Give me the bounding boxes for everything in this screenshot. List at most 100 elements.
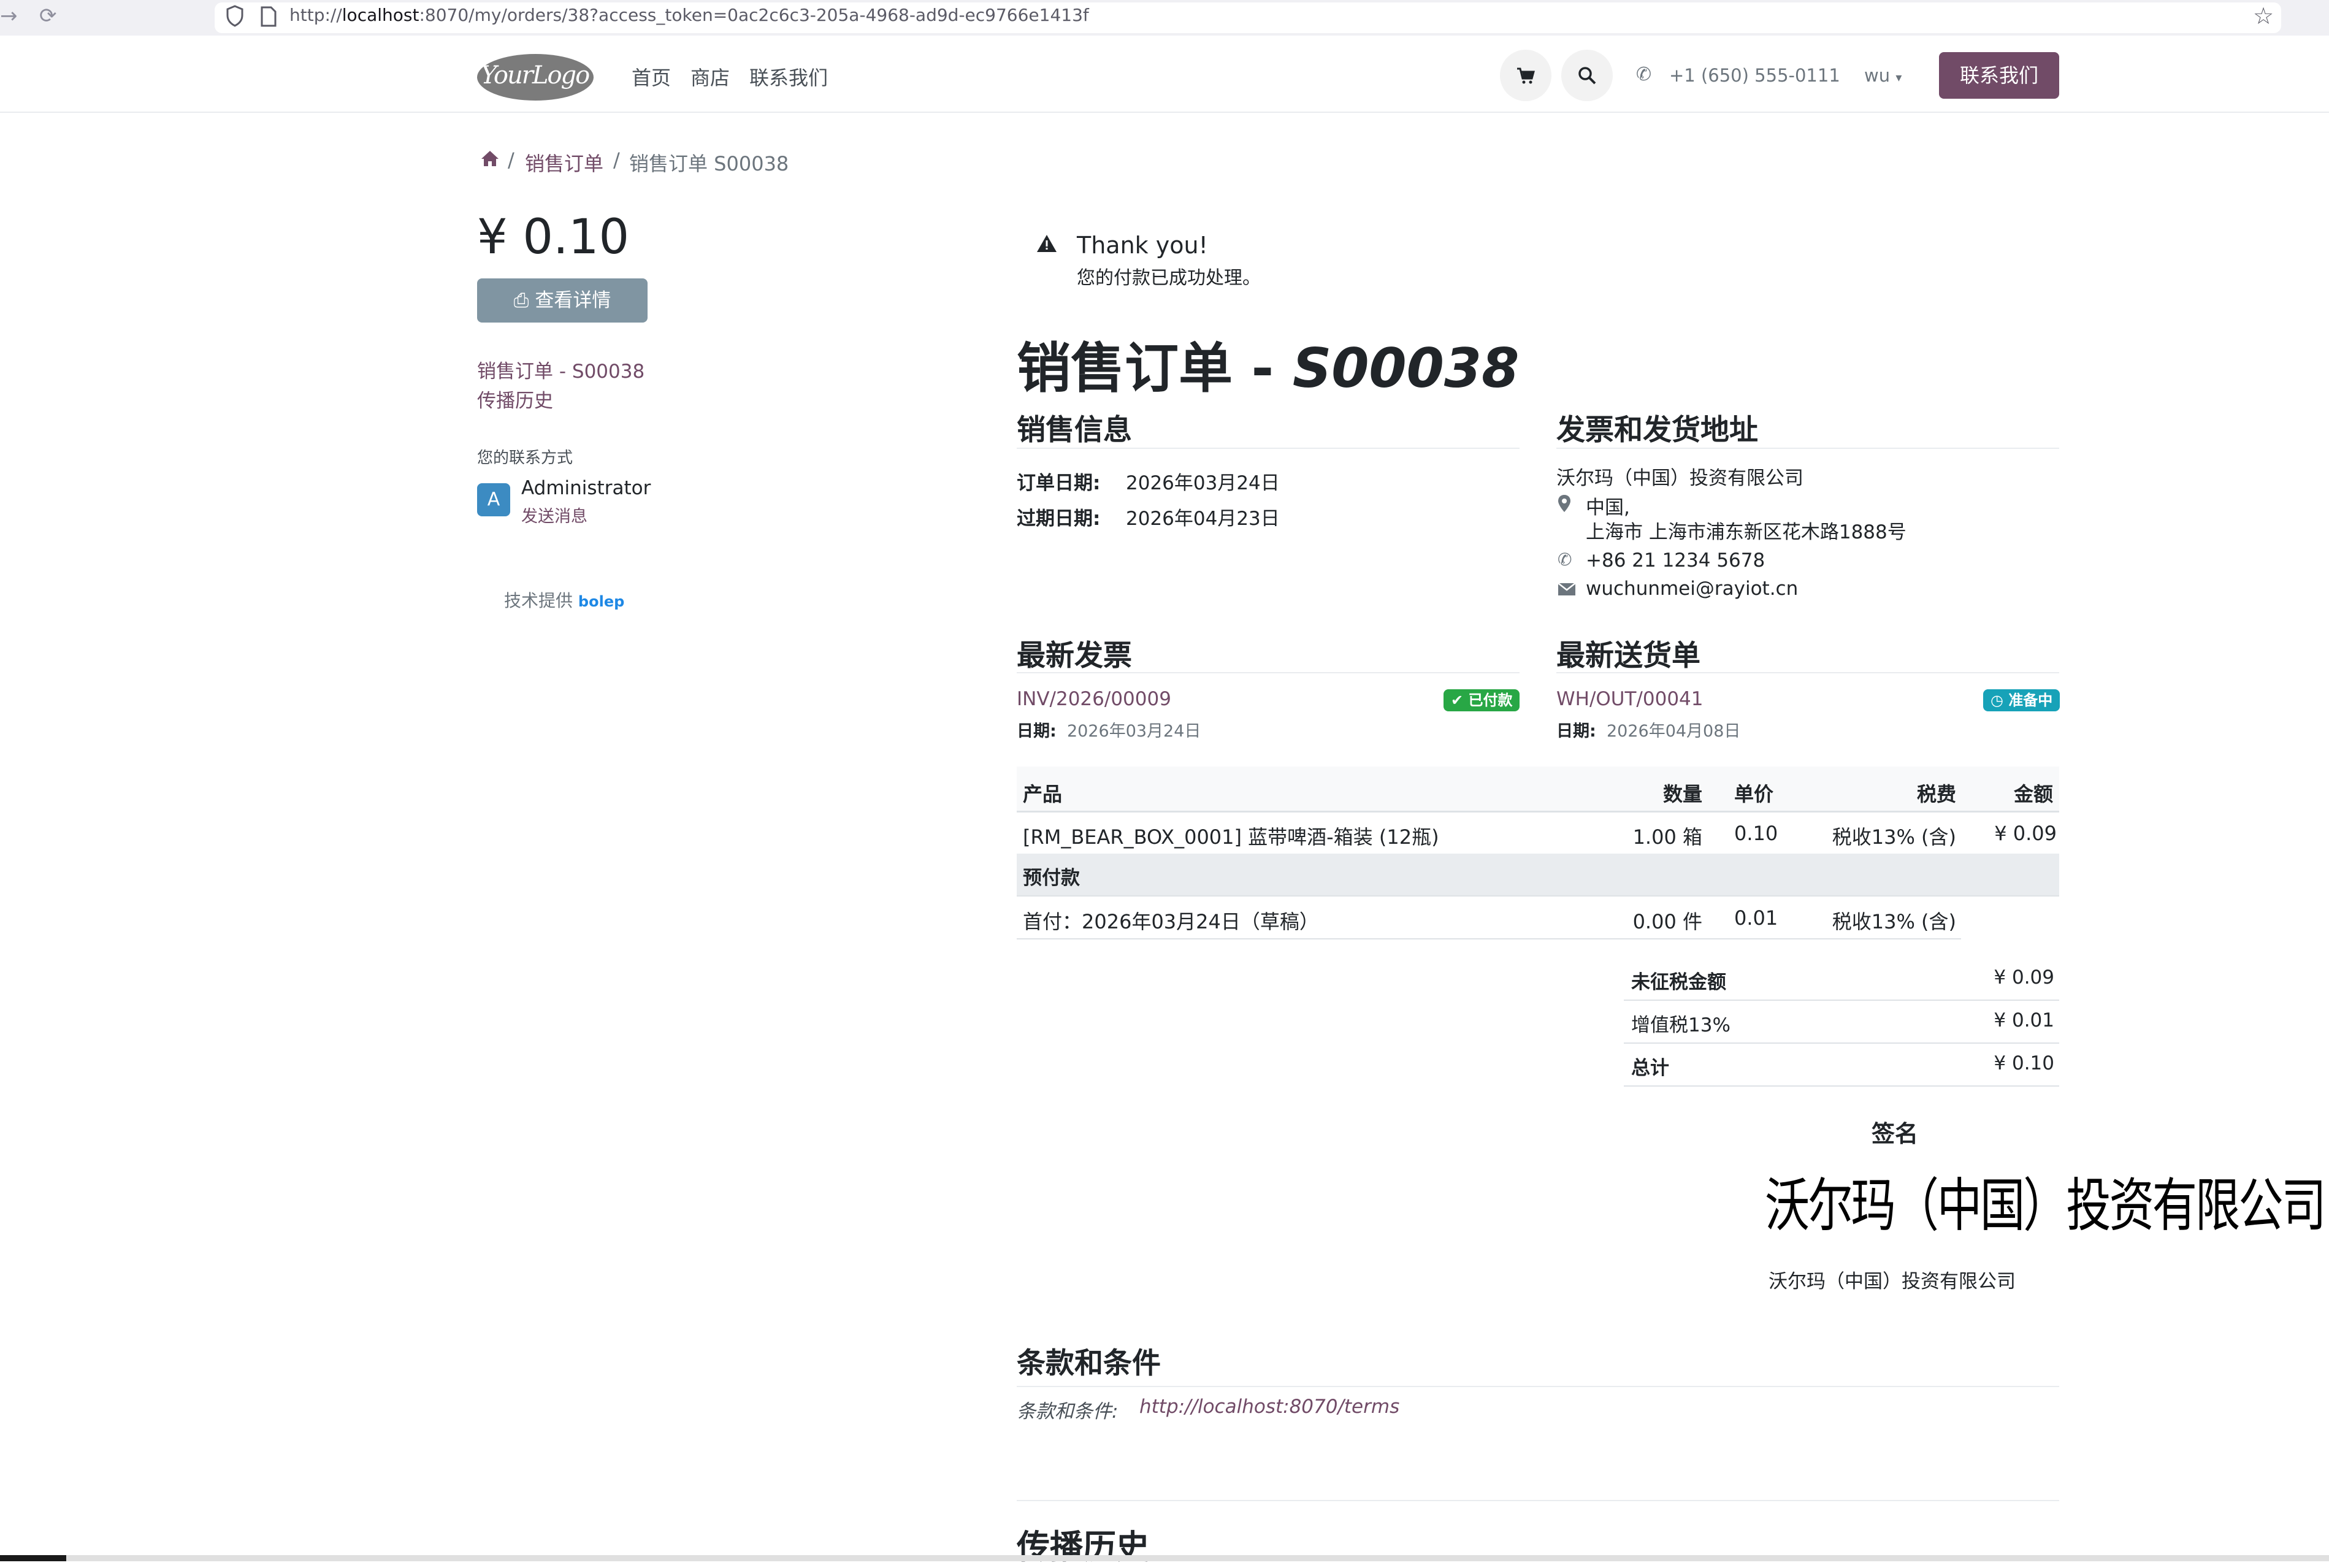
address-street: 上海市 上海市浦东新区花木路1888号 xyxy=(1586,521,1906,543)
col-qty: 数量 xyxy=(1662,782,1702,806)
row-qty: 1.00 箱 xyxy=(1632,825,1702,849)
cart-button[interactable] xyxy=(1500,50,1551,101)
sidebar-link-history[interactable]: 传播历史 xyxy=(477,385,553,413)
col-amount: 金额 xyxy=(2013,782,2053,806)
terms-link[interactable]: http://localhost:8070/terms xyxy=(1139,1396,1399,1418)
powered-brand: bolep xyxy=(578,593,625,610)
send-message-link[interactable]: 发送消息 xyxy=(521,503,587,527)
order-date-label: 订单日期: xyxy=(1017,472,1101,494)
contact-label: 您的联系方式 xyxy=(477,449,573,467)
divider xyxy=(1017,895,2059,897)
browser-toolbar: → ⟳ http://localhost:8070/my/orders/38?a… xyxy=(0,0,2329,36)
nav-home[interactable]: 首页 xyxy=(632,63,671,91)
latest-invoice-heading: 最新发票 xyxy=(1017,639,1132,673)
latest-delivery-heading: 最新送货单 xyxy=(1556,639,1700,673)
horizontal-scrollbar[interactable] xyxy=(0,1555,2329,1561)
terms-heading: 条款和条件 xyxy=(1017,1347,1161,1380)
shield-icon[interactable] xyxy=(226,5,244,29)
map-marker-icon xyxy=(1558,494,1571,515)
invoice-link[interactable]: INV/2026/00009 xyxy=(1017,688,1171,710)
cart-icon xyxy=(1517,67,1535,84)
breadcrumb-orders[interactable]: 销售订单 xyxy=(525,148,603,177)
bookmark-star-icon[interactable]: ☆ xyxy=(2253,2,2274,29)
address-phone: +86 21 1234 5678 xyxy=(1586,549,1765,572)
signature-heading: 签名 xyxy=(1872,1120,1919,1147)
contact-us-button[interactable]: 联系我们 xyxy=(1939,52,2059,99)
nav-shop[interactable]: 商店 xyxy=(690,63,730,91)
untaxed-label: 未征税金额 xyxy=(1631,971,1726,993)
warning-icon xyxy=(1036,234,1057,255)
search-button[interactable] xyxy=(1561,50,1613,101)
user-dropdown[interactable]: wu ▾ xyxy=(1864,65,1902,86)
order-date: 2026年03月24日 xyxy=(1126,472,1280,494)
header-phone[interactable]: +1 (650) 555-0111 xyxy=(1669,65,1840,86)
col-price: 单价 xyxy=(1734,782,1774,806)
view-details-button[interactable]: ⎙ 查看详情 xyxy=(477,278,648,323)
address-country: 中国, xyxy=(1586,497,1630,519)
paid-badge: ✔ 已付款 xyxy=(1444,689,1520,711)
reload-icon[interactable]: ⟳ xyxy=(39,4,57,28)
row-amount: ¥ 0.09 xyxy=(1994,822,2057,845)
envelope-icon xyxy=(1558,583,1576,599)
print-icon: ⎙ xyxy=(513,289,529,312)
powered-by: 技术提供 bolep xyxy=(504,591,625,611)
divider xyxy=(1624,1042,2059,1044)
row-tax: 税收13% (含) xyxy=(1832,825,1956,849)
breadcrumb-current: 销售订单 S00038 xyxy=(629,152,789,175)
terms-label: 条款和条件: xyxy=(1017,1401,1119,1423)
signature-name: 沃尔玛（中国）投资有限公司 xyxy=(1769,1271,2016,1293)
home-icon[interactable] xyxy=(481,150,499,169)
col-tax: 税费 xyxy=(1916,782,1956,806)
caret-down-icon: ▾ xyxy=(1895,70,1902,85)
sidebar-link-order[interactable]: 销售订单 - S00038 xyxy=(477,356,644,383)
breadcrumb-separator: / xyxy=(613,148,620,172)
divider xyxy=(1017,448,1520,449)
address-company: 沃尔玛（中国）投资有限公司 xyxy=(1556,467,1803,489)
divider xyxy=(1624,1000,2059,1001)
breadcrumb-separator: / xyxy=(508,148,514,172)
divider xyxy=(1017,672,1520,673)
alert-message: 您的付款已成功处理。 xyxy=(1077,267,1261,289)
phone-icon: ✆ xyxy=(1558,549,1572,570)
divider xyxy=(1017,1386,2059,1387)
back-icon[interactable]: → xyxy=(0,4,18,28)
invoice-date: 日期: 2026年03月24日 xyxy=(1017,722,1201,741)
nav-contact[interactable]: 联系我们 xyxy=(749,63,828,91)
section-label: 预付款 xyxy=(1023,867,1080,889)
logo-text: YourLogo xyxy=(481,61,590,90)
divider xyxy=(1556,448,2059,449)
delivery-link[interactable]: WH/OUT/00041 xyxy=(1556,688,1704,710)
ready-badge: ◷ 准备中 xyxy=(1983,689,2060,711)
phone-icon: ✆ xyxy=(1636,64,1652,85)
search-icon xyxy=(1578,67,1596,85)
row-product: 首付：2026年03月24日（草稿） xyxy=(1023,910,1319,933)
signature-image: 沃尔玛（中国）投资有限公司 xyxy=(1765,1172,2327,1239)
row-qty: 0.00 件 xyxy=(1632,910,1702,933)
address-heading: 发票和发货地址 xyxy=(1556,413,1758,447)
check-icon: ✔ xyxy=(1451,692,1464,709)
sales-info-heading: 销售信息 xyxy=(1017,413,1132,447)
order-amount: ¥ 0.10 xyxy=(477,210,630,265)
address-email[interactable]: wuchunmei@rayiot.cn xyxy=(1586,578,1798,600)
total-label: 总计 xyxy=(1631,1057,1669,1079)
vat-label: 增值税13% xyxy=(1631,1014,1730,1036)
delivery-date: 日期: 2026年04月08日 xyxy=(1556,722,1741,741)
url-text[interactable]: http://localhost:8070/my/orders/38?acces… xyxy=(289,5,1089,25)
page-icon xyxy=(260,6,277,29)
divider xyxy=(1556,672,2059,673)
vat-value: ¥ 0.01 xyxy=(1994,1009,2054,1031)
alert-title: Thank you! xyxy=(1077,232,1208,259)
row-tax: 税收13% (含) xyxy=(1832,910,1956,933)
page-title: 销售订单 - S00038 xyxy=(1017,337,1520,400)
divider xyxy=(1017,938,1961,939)
total-value: ¥ 0.10 xyxy=(1994,1052,2054,1074)
clock-icon: ◷ xyxy=(1991,692,2003,709)
untaxed-value: ¥ 0.09 xyxy=(1994,966,2054,989)
expiry-date: 2026年04月23日 xyxy=(1126,508,1280,530)
divider xyxy=(1017,1500,2059,1501)
avatar: A xyxy=(477,483,510,516)
col-product: 产品 xyxy=(1023,782,1063,806)
scrollbar-thumb[interactable] xyxy=(0,1555,66,1561)
row-price: 0.01 xyxy=(1734,906,1778,930)
section-row xyxy=(1017,854,2059,895)
